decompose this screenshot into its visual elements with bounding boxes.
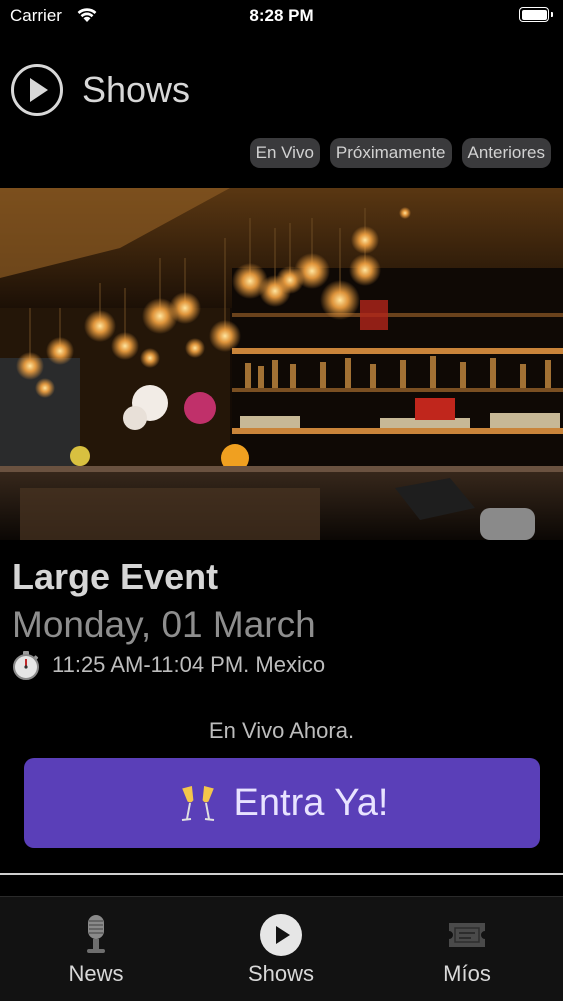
enter-now-label: Entra Ya! xyxy=(233,781,389,824)
event-title: Large Event xyxy=(12,556,219,597)
tab-mios[interactable]: Míos xyxy=(397,897,537,1001)
tab-en-vivo[interactable]: En Vivo xyxy=(249,138,320,168)
stopwatch-icon xyxy=(13,651,39,680)
page-title: Shows xyxy=(82,69,191,110)
tab-shows[interactable]: Shows xyxy=(211,897,351,1001)
enter-now-button[interactable]: Entra Ya! xyxy=(24,758,540,848)
tab-news[interactable]: News xyxy=(26,897,166,1001)
tab-proximamente[interactable]: Próximamente xyxy=(329,138,452,168)
status-bar: Carrier 8:28 PM xyxy=(0,0,563,32)
tab-bar: News Shows Míos xyxy=(0,896,563,1001)
bar-interior-photo xyxy=(0,188,563,540)
live-status: En Vivo Ahora. xyxy=(208,718,355,743)
tab-mios-label: Míos xyxy=(443,961,491,986)
tab-anteriores[interactable]: Anteriores xyxy=(461,138,551,168)
clock: 8:28 PM xyxy=(249,6,314,25)
event-image xyxy=(0,188,563,540)
filter-tabs: En Vivo Próximamente Anteriores xyxy=(249,138,551,168)
page-header: Shows xyxy=(10,62,190,118)
ticket-icon xyxy=(449,923,485,947)
battery-icon xyxy=(519,7,549,22)
event-time: 11:25 AM-11:04 PM. Mexico xyxy=(52,652,326,677)
play-circle-icon xyxy=(11,64,63,116)
event-time-row: 11:25 AM-11:04 PM. Mexico xyxy=(12,650,325,680)
divider xyxy=(0,873,563,875)
tab-shows-label: Shows xyxy=(247,961,315,986)
microphone-icon xyxy=(87,915,105,953)
tab-news-label: News xyxy=(68,961,124,986)
battery-nub xyxy=(551,12,553,17)
event-date: Monday, 01 March xyxy=(12,604,316,645)
champagne-glasses-icon xyxy=(181,786,214,821)
play-circle-icon xyxy=(260,914,302,956)
